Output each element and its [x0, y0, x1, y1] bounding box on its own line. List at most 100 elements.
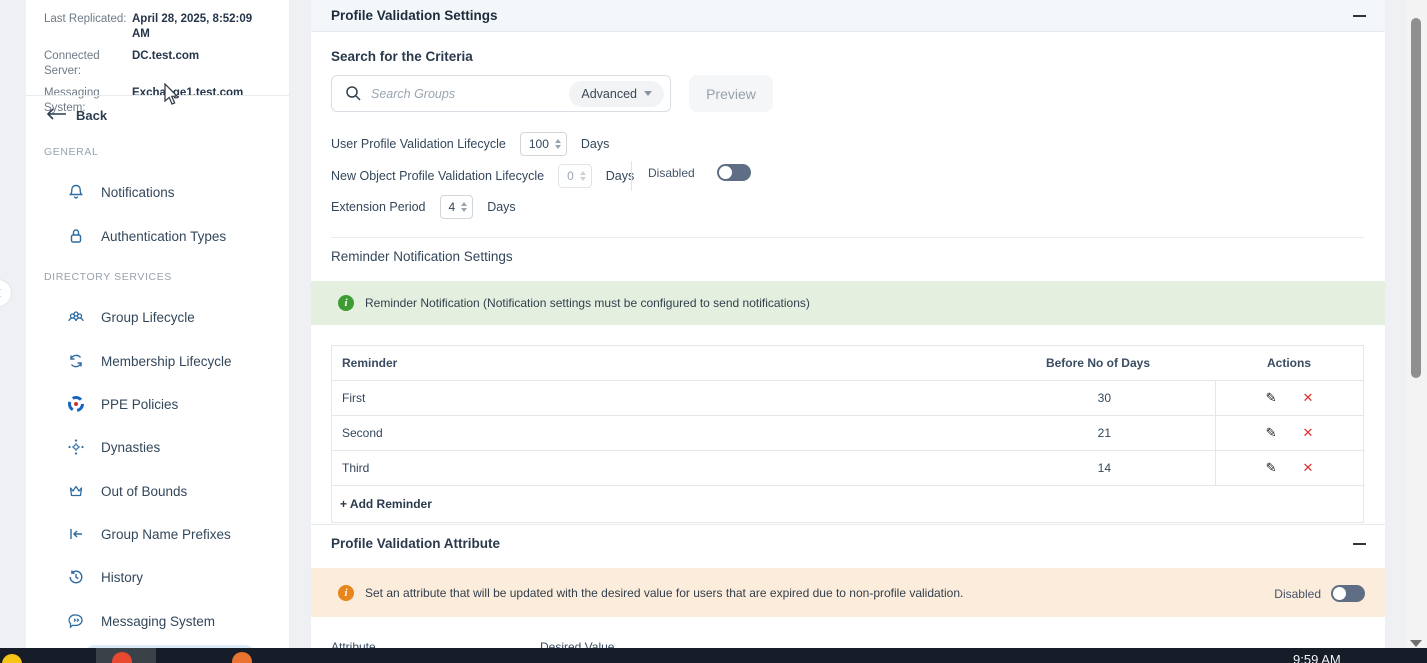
collapse-attribute-section-button[interactable] — [1351, 536, 1367, 552]
new-object-lifecycle-row: New Object Profile Validation Lifecycle … — [331, 164, 634, 188]
col-reminder: Reminder — [332, 346, 995, 380]
delete-icon[interactable]: ✕ — [1303, 390, 1314, 406]
table-row: Second 21 ✎ ✕ — [332, 416, 1363, 451]
info-icon: i — [338, 585, 354, 601]
attribute-toggle[interactable] — [1331, 585, 1365, 602]
attribute-banner-text: Set an attribute that will be updated wi… — [365, 586, 963, 600]
sidebar-item-label: Membership Lifecycle — [101, 354, 232, 369]
info-icon: i — [338, 295, 354, 311]
col-before-days: Before No of Days — [995, 346, 1215, 380]
search-criteria-heading: Search for the Criteria — [331, 49, 473, 64]
taskbar: 9:59 AM — [0, 648, 1427, 663]
sidebar-item-out-of-bounds[interactable]: Out of Bounds — [66, 479, 187, 503]
panel-header: Profile Validation Settings — [311, 0, 1385, 32]
scrollbar-thumb[interactable] — [1411, 18, 1421, 378]
extension-period-row: Extension Period 4 Days — [331, 195, 516, 219]
sidebar-item-label: Messaging System — [101, 614, 215, 629]
bell-icon — [66, 182, 86, 202]
attribute-disabled-label: Disabled — [1274, 587, 1321, 601]
profile-validation-attribute-heading: Profile Validation Attribute — [331, 536, 500, 551]
sidebar-item-label: PPE Policies — [101, 397, 178, 412]
delete-icon[interactable]: ✕ — [1303, 425, 1314, 441]
user-profile-lifecycle-value: 100 — [529, 137, 549, 151]
reminder-table: Reminder Before No of Days Actions First… — [331, 345, 1364, 523]
minus-icon — [1353, 543, 1366, 546]
days-label: Days — [581, 137, 609, 151]
taskbar-clock[interactable]: 9:59 AM — [1293, 652, 1341, 663]
last-replicated-row: Last Replicated: April 28, 2025, 8:52:09… — [44, 12, 272, 42]
sidebar-item-messaging-system[interactable]: Messaging System — [66, 609, 215, 633]
new-object-lifecycle-value: 0 — [567, 169, 574, 183]
connected-server-label: Connected Server: — [44, 49, 132, 79]
extension-period-input[interactable]: 4 — [440, 195, 474, 219]
sidebar-item-label: History — [101, 570, 143, 585]
days-label: Days — [487, 200, 515, 214]
field-divider — [631, 161, 632, 191]
reminder-days: 21 — [995, 416, 1215, 450]
new-object-lifecycle-label: New Object Profile Validation Lifecycle — [331, 169, 544, 183]
user-profile-lifecycle-input[interactable]: 100 — [520, 132, 567, 156]
sidebar-item-group-name-prefixes[interactable]: Group Name Prefixes — [66, 522, 231, 546]
sidebar-item-label: Out of Bounds — [101, 484, 187, 499]
group-icon — [66, 307, 86, 327]
days-label: Days — [606, 169, 634, 183]
sidebar-item-membership-lifecycle[interactable]: Membership Lifecycle — [66, 349, 232, 373]
sidebar-item-label: Authentication Types — [101, 229, 226, 244]
edit-icon[interactable]: ✎ — [1266, 460, 1277, 476]
replication-info-block: Last Replicated: April 28, 2025, 8:52:09… — [44, 12, 272, 123]
taskbar-app-icon[interactable] — [2, 654, 22, 663]
messaging-icon — [66, 611, 86, 631]
sidebar-item-ppe-policies[interactable]: PPE Policies — [66, 392, 178, 416]
advanced-label: Advanced — [581, 87, 637, 101]
profile-validation-settings-panel: Profile Validation Settings Search for t… — [311, 0, 1385, 648]
dynasties-icon — [66, 437, 86, 457]
new-object-lifecycle-toggle[interactable] — [717, 164, 751, 181]
extension-period-value: 4 — [449, 200, 456, 214]
sidebar-item-notifications[interactable]: Notifications — [66, 180, 175, 204]
toggle-knob — [1333, 587, 1346, 600]
user-profile-lifecycle-label: User Profile Validation Lifecycle — [331, 137, 506, 151]
last-replicated-value: April 28, 2025, 8:52:09 AM — [132, 12, 272, 42]
toggle-knob — [719, 166, 732, 179]
edit-icon[interactable]: ✎ — [1266, 390, 1277, 406]
reminder-notification-banner: i Reminder Notification (Notification se… — [311, 281, 1385, 325]
section-divider — [311, 524, 1385, 525]
sidebar-item-group-lifecycle[interactable]: Group Lifecycle — [66, 305, 195, 329]
sidebar-divider — [26, 95, 290, 96]
spinner-arrows-icon — [580, 171, 586, 181]
sidebar-item-authentication-types[interactable]: Authentication Types — [66, 224, 226, 248]
taskbar-app-icon-2[interactable] — [232, 652, 252, 663]
connected-server-row: Connected Server: DC.test.com — [44, 49, 272, 79]
messaging-system-value: Exchange1.test.com — [132, 86, 243, 116]
back-label: Back — [76, 108, 107, 123]
section-divider — [331, 237, 1364, 238]
preview-button[interactable]: Preview — [689, 75, 773, 112]
col-actions: Actions — [1215, 346, 1363, 380]
sidebar-item-label: Dynasties — [101, 440, 160, 455]
add-reminder-button[interactable]: + Add Reminder — [332, 486, 432, 522]
reminder-days: 14 — [995, 451, 1215, 485]
panel-title: Profile Validation Settings — [331, 8, 498, 23]
sidebar-item-dynasties[interactable]: Dynasties — [66, 435, 160, 459]
search-groups-input[interactable] — [371, 87, 569, 101]
history-icon — [66, 567, 86, 587]
extension-period-label: Extension Period — [331, 200, 426, 214]
chevron-down-icon — [644, 91, 652, 96]
add-reminder-row: + Add Reminder — [332, 486, 1363, 522]
table-row: Third 14 ✎ ✕ — [332, 451, 1363, 486]
advanced-search-button[interactable]: Advanced — [569, 81, 664, 107]
scrollbar-down-arrow[interactable] — [1410, 640, 1422, 647]
prefix-arrow-icon — [66, 524, 86, 544]
sidebar-collapse-button[interactable] — [0, 279, 12, 307]
edit-icon[interactable]: ✎ — [1266, 425, 1277, 441]
new-object-disabled-label: Disabled — [648, 166, 695, 180]
collapse-section-button[interactable] — [1351, 8, 1367, 24]
reminder-banner-text: Reminder Notification (Notification sett… — [365, 296, 810, 310]
spinner-arrows-icon[interactable] — [461, 202, 467, 212]
delete-icon[interactable]: ✕ — [1303, 460, 1314, 476]
sidebar-item-history[interactable]: History — [66, 565, 143, 589]
back-button[interactable]: Back — [45, 108, 107, 123]
section-directory-services: DIRECTORY SERVICES — [44, 271, 172, 283]
out-of-bounds-icon — [66, 481, 86, 501]
spinner-arrows-icon[interactable] — [555, 139, 561, 149]
